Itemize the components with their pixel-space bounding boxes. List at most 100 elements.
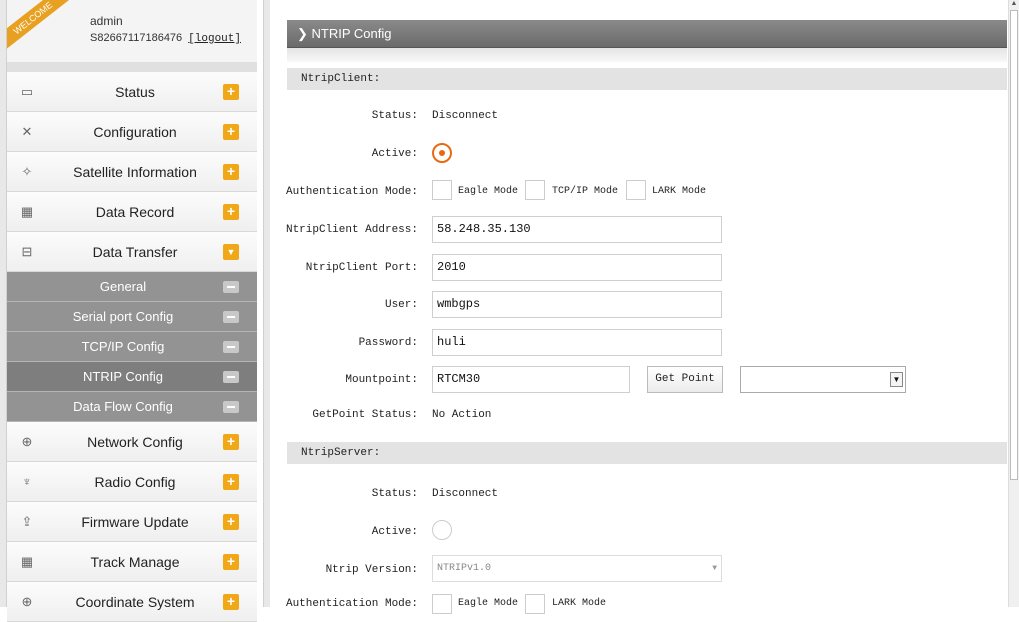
nav-item-label: Configuration	[93, 123, 177, 140]
nav-item-label: Data Transfer	[92, 243, 178, 260]
nav-item-radio-config[interactable]: ♆ Radio Config +	[7, 462, 257, 502]
expand-plus-icon[interactable]: +	[223, 553, 239, 570]
server-auth-eagle-checkbox[interactable]	[432, 594, 452, 614]
sub-item-general[interactable]: General	[7, 272, 257, 302]
expand-plus-icon[interactable]: +	[223, 203, 239, 220]
ntrip-client-section-header: NtripClient:	[287, 68, 1007, 90]
minus-icon	[223, 280, 239, 293]
upload-icon: ⇪	[21, 513, 33, 529]
nav-item-network-config[interactable]: ⊕ Network Config +	[7, 422, 257, 462]
expand-plus-icon[interactable]: +	[223, 593, 239, 610]
client-status-label: Status:	[371, 110, 418, 122]
client-status-value: Disconnect	[432, 110, 499, 122]
client-auth-eagle-checkbox[interactable]	[432, 180, 452, 200]
dropdown-arrow-icon: ▼	[890, 372, 903, 387]
nav-item-configuration[interactable]: ✕ Configuration +	[7, 112, 257, 152]
nav-item-coordinate-system[interactable]: ⊕ Coordinate System +	[7, 582, 257, 622]
client-mountpoint-label: Mountpoint:	[345, 374, 418, 386]
globe-icon: ⊕	[21, 433, 33, 449]
sub-item-label: Data Flow Config	[73, 399, 173, 414]
nav-item-label: Radio Config	[94, 473, 176, 490]
sidebar-panel: WELCOME admin S82667117186476 [logout] ▭ …	[6, 0, 264, 622]
server-auth-lark-label: LARK Mode	[552, 598, 607, 609]
page-header: ❯ NTRIP Config	[287, 20, 1007, 48]
server-status-value: Disconnect	[432, 488, 499, 500]
client-user-field[interactable]: wmbgps	[432, 291, 722, 318]
nav-item-data-transfer[interactable]: ⊟ Data Transfer ▼	[7, 232, 257, 272]
nav-item-status[interactable]: ▭ Status +	[7, 72, 257, 112]
client-password-field[interactable]: huli	[432, 329, 722, 356]
get-point-button[interactable]: Get Point	[647, 366, 723, 393]
welcome-ribbon: WELCOME	[7, 0, 70, 49]
client-auth-lark-checkbox[interactable]	[626, 180, 646, 200]
ntrip-version-select[interactable]: NTRIPv1.0 ▼	[432, 555, 722, 582]
client-auth-tcpip-checkbox[interactable]	[525, 180, 545, 200]
network-icon: ⊟	[21, 243, 33, 259]
nav-item-label: Firmware Update	[81, 513, 189, 530]
nav-item-data-record[interactable]: ▦ Data Record +	[7, 192, 257, 232]
nav-item-label: Track Manage	[90, 553, 180, 570]
nav-separator	[7, 62, 257, 72]
server-status-label: Status:	[371, 488, 418, 500]
client-address-label: NtripClient Address:	[285, 224, 418, 236]
antenna-icon: ♆	[22, 474, 32, 489]
client-active-radio[interactable]	[432, 143, 452, 163]
sub-item-label: Serial port Config	[72, 309, 174, 324]
minus-icon	[223, 340, 239, 353]
server-auth-lark-checkbox[interactable]	[525, 594, 545, 614]
nav-item-label: Data Record	[95, 203, 175, 220]
calendar-icon: ▦	[20, 203, 34, 219]
client-address-field[interactable]: 58.248.35.130	[432, 216, 722, 243]
nav-item-label: Network Config	[87, 433, 183, 450]
username: admin	[90, 14, 123, 28]
expand-plus-icon[interactable]: +	[223, 163, 239, 180]
sub-item-serial-port-config[interactable]: Serial port Config	[7, 302, 257, 332]
calendar-icon: ▦	[20, 553, 34, 569]
client-auth-mode-label: Authentication Mode:	[285, 186, 418, 198]
client-user-label: User:	[384, 299, 418, 311]
page-title: NTRIP Config	[311, 26, 392, 41]
nav-item-firmware-update[interactable]: ⇪ Firmware Update +	[7, 502, 257, 542]
welcome-panel: WELCOME admin S82667117186476 [logout]	[7, 0, 257, 63]
server-active-label: Active:	[371, 526, 418, 538]
dropdown-arrow-icon: ▼	[712, 564, 717, 573]
sub-item-label: TCP/IP Config	[81, 339, 165, 354]
server-active-radio[interactable]	[432, 520, 452, 540]
chevron-right-icon: ❯	[297, 26, 308, 41]
globe-icon: ⊕	[21, 593, 33, 609]
sub-item-tcpip-config[interactable]: TCP/IP Config	[7, 332, 257, 362]
monitor-icon: ▭	[20, 83, 34, 99]
expand-plus-icon[interactable]: +	[223, 83, 239, 100]
ntrip-server-section-header: NtripServer:	[287, 442, 1007, 464]
serial-number-text: S82667117186476	[90, 32, 183, 44]
collapse-arrow-icon[interactable]: ▼	[223, 243, 239, 260]
server-auth-mode-label: Authentication Mode:	[285, 598, 418, 610]
expand-plus-icon[interactable]: +	[223, 473, 239, 490]
vertical-scrollbar[interactable]: ▲	[1008, 0, 1019, 607]
sub-item-data-flow-config[interactable]: Data Flow Config	[7, 392, 257, 422]
nav-menu: ▭ Status + ✕ Configuration + ✧ Satellite…	[7, 72, 257, 622]
scroll-up-icon[interactable]: ▲	[1010, 0, 1018, 8]
client-active-label: Active:	[371, 148, 418, 160]
header-shadow	[287, 48, 1007, 62]
expand-plus-icon[interactable]: +	[223, 513, 239, 530]
nav-item-satellite-information[interactable]: ✧ Satellite Information +	[7, 152, 257, 192]
sub-item-ntrip-config[interactable]: NTRIP Config	[7, 362, 257, 392]
server-auth-eagle-label: Eagle Mode	[458, 598, 519, 609]
satellite-icon: ✧	[21, 163, 33, 179]
sub-item-label: General	[99, 279, 147, 294]
getpoint-status-label: GetPoint Status:	[312, 409, 418, 421]
minus-icon	[223, 310, 239, 323]
mountpoint-select[interactable]: ▼	[740, 366, 906, 393]
nav-item-track-manage[interactable]: ▦ Track Manage +	[7, 542, 257, 582]
expand-plus-icon[interactable]: +	[223, 123, 239, 140]
logout-link[interactable]: [logout]	[188, 33, 241, 45]
expand-plus-icon[interactable]: +	[223, 433, 239, 450]
client-mountpoint-field[interactable]: RTCM30	[432, 366, 630, 393]
nav-item-label: Satellite Information	[73, 163, 197, 180]
main-content: ❯ NTRIP Config NtripClient: Status: Disc…	[270, 0, 1019, 614]
scrollbar-thumb[interactable]	[1010, 10, 1018, 480]
minus-icon	[223, 370, 239, 383]
client-port-field[interactable]: 2010	[432, 254, 722, 281]
client-auth-lark-label: LARK Mode	[652, 186, 707, 197]
